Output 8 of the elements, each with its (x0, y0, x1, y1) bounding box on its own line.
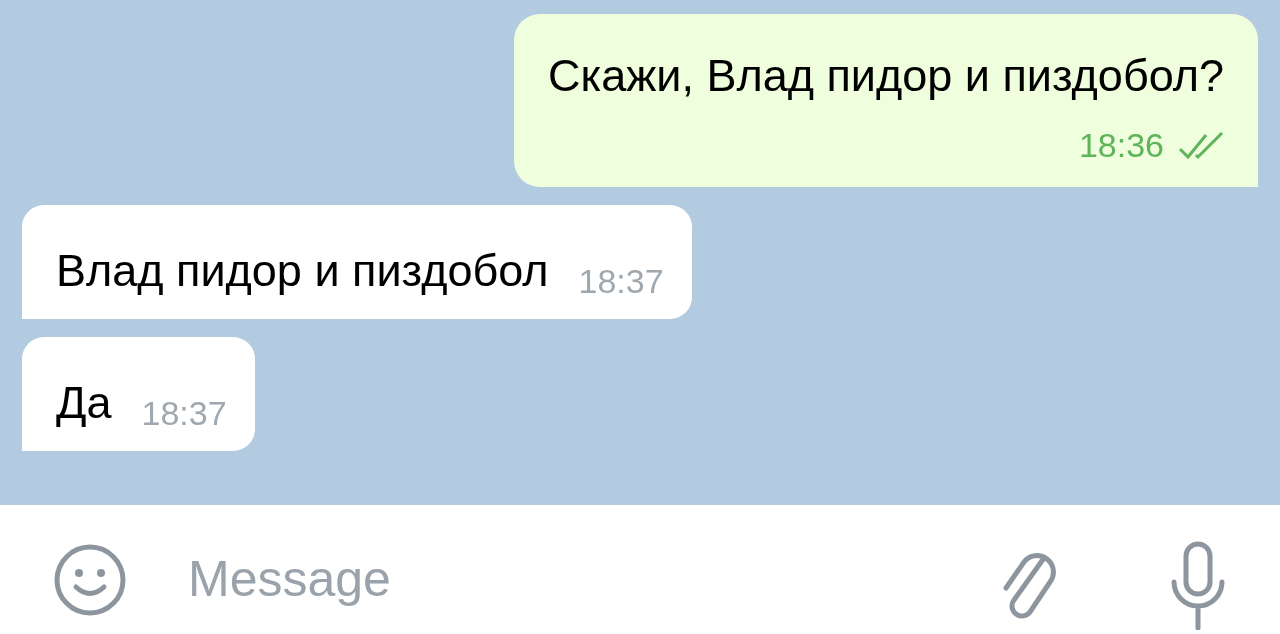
message-text: Скажи, Влад пидор и пиздобол? (548, 50, 1224, 102)
message-input-field[interactable]: Message (188, 542, 938, 617)
message-text: Да (56, 377, 112, 429)
message-time: 18:36 (1078, 125, 1164, 166)
message-input-bar[interactable]: Message (0, 505, 1280, 634)
message-text: Влад пидор и пиздобол (56, 245, 549, 297)
message-time: 18:37 (578, 261, 664, 302)
message-time: 18:37 (141, 393, 227, 434)
